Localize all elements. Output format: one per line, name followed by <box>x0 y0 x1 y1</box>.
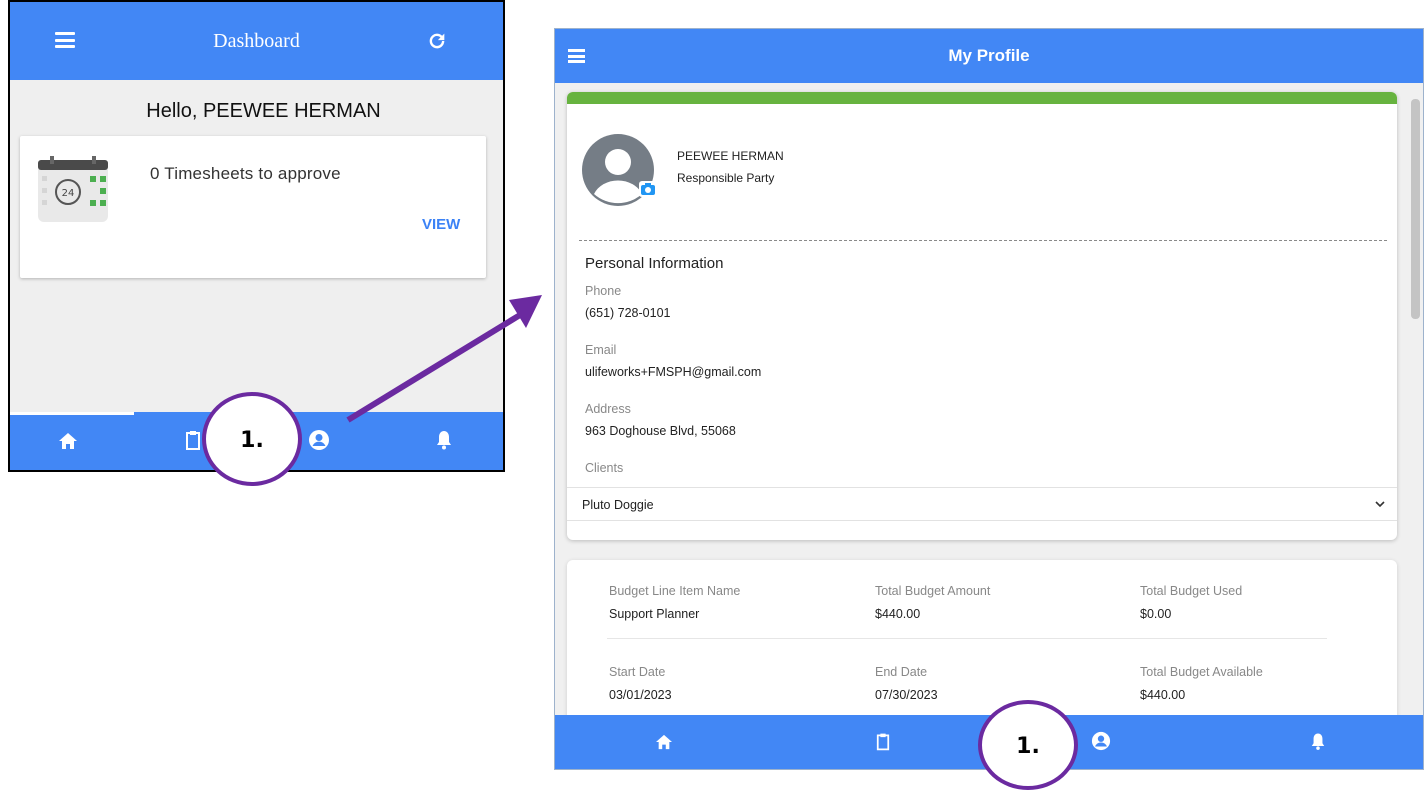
start-date-value: 03/01/2023 <box>609 688 672 702</box>
profile-role: Responsible Party <box>677 171 775 185</box>
profile-screen: My Profile PEEWEE HERMAN Responsible Par… <box>554 28 1424 770</box>
home-icon[interactable] <box>58 432 78 450</box>
account-icon[interactable] <box>1091 731 1111 751</box>
scrollbar[interactable] <box>1409 89 1421 709</box>
camera-icon[interactable] <box>639 181 657 197</box>
status-bar <box>567 92 1397 104</box>
clients-selected-value: Pluto Doggie <box>582 498 654 512</box>
svg-text:24: 24 <box>62 188 75 199</box>
timesheets-count: 0 Timesheets to approve <box>150 164 341 183</box>
clients-label: Clients <box>585 461 624 475</box>
top-app-bar: My Profile <box>555 29 1423 83</box>
phone-label: Phone <box>585 284 622 298</box>
budget-card: Budget Line Item Name Support Planner To… <box>567 560 1397 730</box>
clients-select[interactable]: Pluto Doggie <box>567 487 1397 521</box>
budget-line-item-value: Support Planner <box>609 607 700 621</box>
divider <box>579 240 1387 241</box>
end-date-label: End Date <box>875 665 928 679</box>
timesheets-card: 24 0 Timesheets to approve VIEW <box>20 136 486 278</box>
total-budget-available-label: Total Budget Available <box>1140 665 1263 679</box>
home-icon[interactable] <box>655 734 673 750</box>
chevron-down-icon <box>1375 501 1385 508</box>
total-budget-available-value: $440.00 <box>1140 688 1186 702</box>
bell-icon[interactable] <box>1310 732 1326 751</box>
bell-icon[interactable] <box>435 430 453 450</box>
top-app-bar: Dashboard <box>10 2 503 80</box>
total-budget-amount-value: $440.00 <box>875 607 921 621</box>
step-marker: 1. <box>978 700 1078 790</box>
profile-card: PEEWEE HERMAN Responsible Party Personal… <box>567 92 1397 540</box>
phone-value: (651) 728-0101 <box>585 306 671 320</box>
page-title: My Profile <box>948 46 1030 65</box>
clipboard-icon[interactable] <box>876 732 890 751</box>
email-value: ulifeworks+FMSPH@gmail.com <box>585 365 762 379</box>
view-button[interactable]: VIEW <box>422 216 460 233</box>
divider <box>607 638 1327 639</box>
section-title: Personal Information <box>585 255 724 272</box>
end-date-value: 07/30/2023 <box>875 688 938 702</box>
address-label: Address <box>585 402 631 416</box>
scrollbar-thumb[interactable] <box>1411 99 1420 319</box>
start-date-label: Start Date <box>609 665 666 679</box>
profile-name: PEEWEE HERMAN <box>677 149 784 163</box>
address-value: 963 Doghouse Blvd, 55068 <box>585 424 736 438</box>
budget-line-item-label: Budget Line Item Name <box>609 584 741 598</box>
total-budget-amount-label: Total Budget Amount <box>875 584 991 598</box>
clipboard-icon[interactable] <box>185 430 201 450</box>
account-icon[interactable] <box>308 429 330 451</box>
calendar-icon: 24 <box>38 156 108 222</box>
active-tab-indicator <box>10 412 134 415</box>
step-marker: 1. <box>202 392 302 486</box>
total-budget-used-label: Total Budget Used <box>1140 584 1243 598</box>
greeting: Hello, PEEWEE HERMAN <box>146 100 381 122</box>
total-budget-used-value: $0.00 <box>1140 607 1172 621</box>
refresh-icon[interactable] <box>426 30 448 52</box>
email-label: Email <box>585 343 617 357</box>
